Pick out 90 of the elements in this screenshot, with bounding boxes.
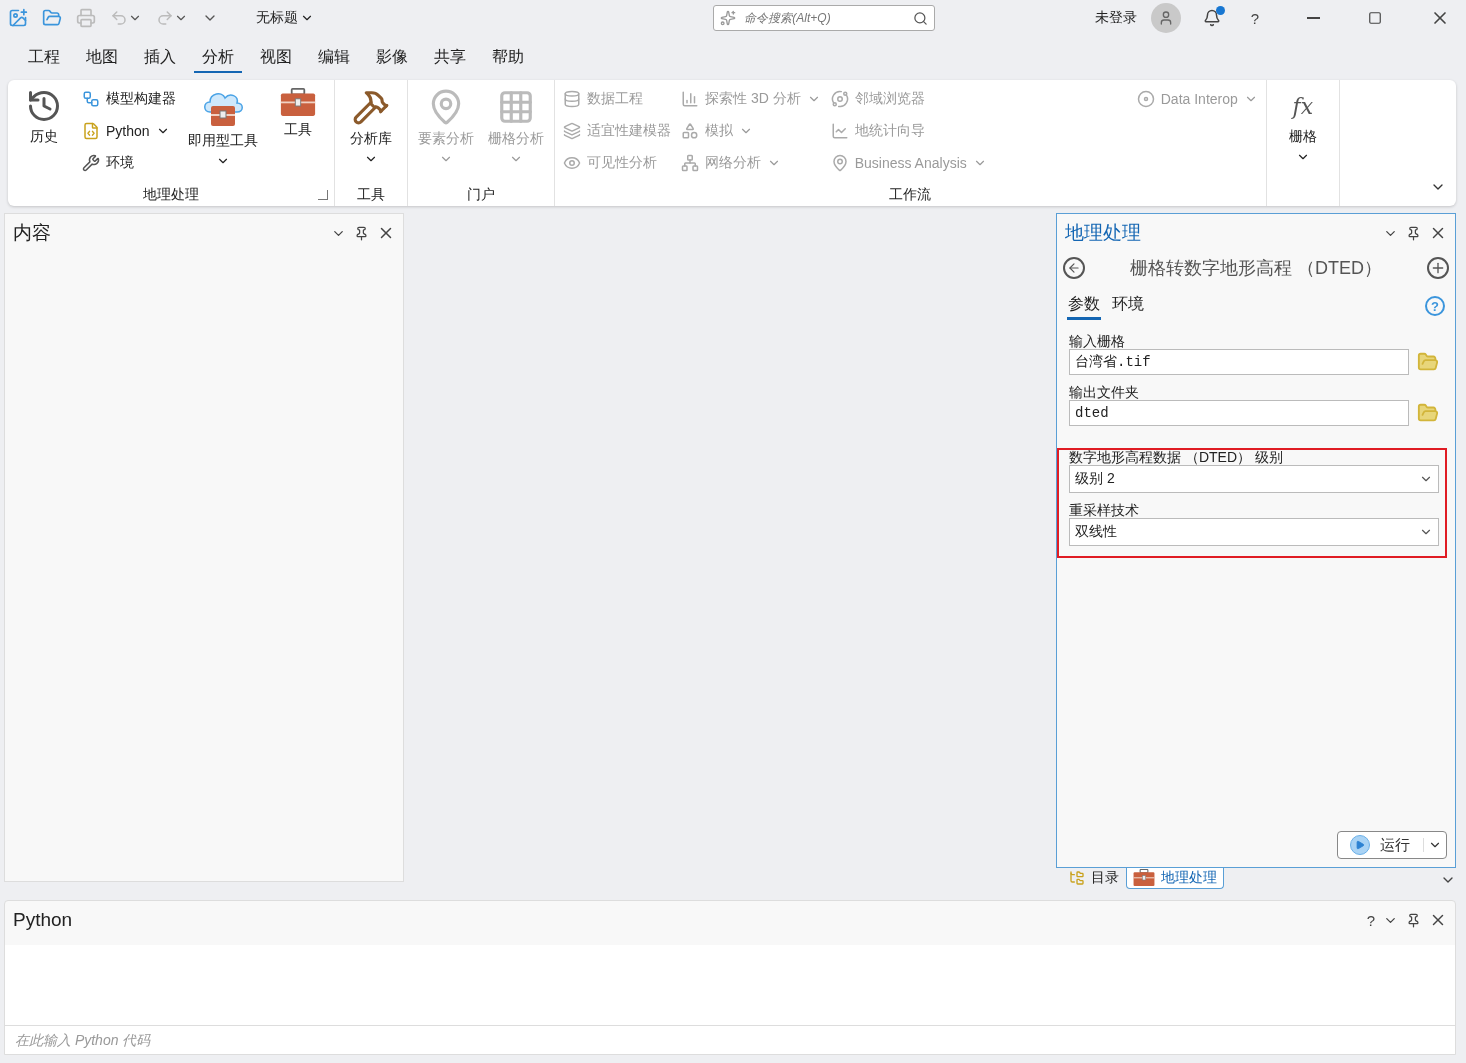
ribbon-button[interactable]: fx 栅格 (1272, 86, 1333, 166)
input-field[interactable]: 台湾省.tif (1069, 349, 1409, 375)
network-icon (681, 154, 699, 172)
help-button[interactable]: ? (1366, 911, 1375, 929)
group-label: 门户 (467, 186, 495, 204)
help-button[interactable]: ? (1242, 9, 1267, 27)
menu-tab[interactable]: 视图 (252, 43, 300, 73)
map-pin-icon (830, 154, 849, 172)
ribbon-button[interactable]: Python (80, 118, 178, 144)
pin-icon (1406, 225, 1421, 241)
plus-icon (1430, 260, 1446, 276)
pane-title: Python (13, 909, 74, 931)
launcher-icon[interactable] (318, 190, 328, 200)
pin-button[interactable] (1406, 225, 1421, 241)
toolbox-icon (280, 88, 316, 117)
new-project-button[interactable] (8, 8, 28, 28)
redo-button[interactable] (156, 9, 188, 27)
pane-title: 内容 (13, 221, 52, 245)
workflow-icon (82, 90, 100, 108)
line-chart-icon (830, 122, 849, 140)
run-button[interactable]: 运行 (1337, 831, 1447, 859)
avatar-icon[interactable] (1150, 3, 1181, 33)
dock-tab[interactable]: 目录 (1062, 868, 1126, 889)
bell-icon (1202, 9, 1221, 27)
menu-tab[interactable]: 地图 (78, 43, 126, 73)
pin-button[interactable] (1406, 912, 1421, 928)
add-button[interactable] (1427, 257, 1449, 279)
menu-tab[interactable]: 分析 (194, 43, 242, 73)
group-label: 工作流 (889, 186, 932, 204)
ribbon-button[interactable]: 工具 (268, 86, 328, 141)
sign-in-status: 未登录 (1094, 9, 1137, 27)
dropdown-field[interactable]: 双线性 (1069, 518, 1439, 546)
hammer-icon (352, 88, 390, 126)
dock-tab[interactable]: 地理处理 (1126, 868, 1224, 889)
ribbon-button[interactable]: 历史 (14, 86, 74, 148)
python-input-field[interactable]: 在此输入 Python 代码 (5, 1026, 1455, 1054)
undo-button[interactable] (110, 9, 142, 27)
parameter-label: 重采样技术 (1069, 503, 1140, 518)
minimize-icon (1307, 17, 1320, 19)
ribbon-button[interactable]: 环境 (80, 150, 178, 176)
database-icon (563, 90, 581, 108)
menu-tab[interactable]: 插入 (136, 43, 184, 73)
pane-title: 地理处理 (1065, 221, 1142, 245)
layers-icon (563, 122, 581, 140)
group-label: 地理处理 (143, 186, 199, 204)
pin-icon (1406, 912, 1421, 928)
command-search-box[interactable]: 命令搜索(Alt+Q) (713, 5, 936, 31)
menu-tab[interactable]: 编辑 (310, 43, 358, 73)
ribbon-button[interactable]: 即用型工具 (184, 86, 262, 170)
code-file-icon (82, 122, 100, 140)
folder-icon (1417, 402, 1439, 424)
search-icon[interactable] (913, 10, 929, 26)
sparkle-icon (720, 10, 737, 26)
wrench-icon (82, 154, 100, 172)
ribbon-button[interactable]: 分析库 (341, 86, 401, 168)
back-button[interactable] (1063, 257, 1085, 279)
ribbon-button[interactable]: 模型构建器 (80, 86, 178, 112)
open-button[interactable] (42, 8, 62, 28)
grid-icon (497, 88, 535, 126)
parameter-label: 输出文件夹 (1069, 385, 1140, 400)
pane-tab[interactable]: 参数 (1067, 292, 1101, 320)
project-title[interactable]: 无标题 (256, 9, 314, 27)
group-label: 工具 (357, 186, 385, 204)
history-icon (26, 88, 62, 124)
menu-tab[interactable]: 帮助 (484, 43, 532, 73)
menu-tab[interactable]: 影像 (368, 43, 416, 73)
redo-icon (156, 9, 174, 27)
undo-icon (110, 9, 128, 27)
bar-chart-icon (681, 90, 699, 108)
maximize-icon (1368, 11, 1382, 25)
menu-tab[interactable]: 工程 (20, 43, 68, 73)
disc-icon (1136, 90, 1155, 108)
parameter-label: 数字地形高程数据 （DTED） 级别 (1069, 450, 1284, 465)
shapes-icon (681, 122, 699, 140)
pin-button[interactable] (354, 225, 369, 241)
menu-tab[interactable]: 共享 (426, 43, 474, 73)
eye-icon (563, 154, 581, 172)
folder-tree-icon (1069, 870, 1085, 886)
parameter-label: 输入栅格 (1069, 334, 1126, 349)
pane-tab[interactable]: 环境 (1111, 292, 1145, 320)
play-icon (1350, 835, 1370, 855)
orbit-icon (830, 90, 849, 108)
printer-icon (76, 8, 96, 28)
image-plus-icon (8, 8, 28, 28)
folder-icon (1417, 351, 1439, 373)
tool-title: 栅格转数字地形高程 （DTED） (1129, 257, 1383, 280)
dropdown-field[interactable]: 级别 2 (1069, 465, 1439, 493)
input-field[interactable]: dted (1069, 400, 1409, 426)
pin-icon (354, 225, 369, 241)
folder-icon (42, 8, 62, 28)
